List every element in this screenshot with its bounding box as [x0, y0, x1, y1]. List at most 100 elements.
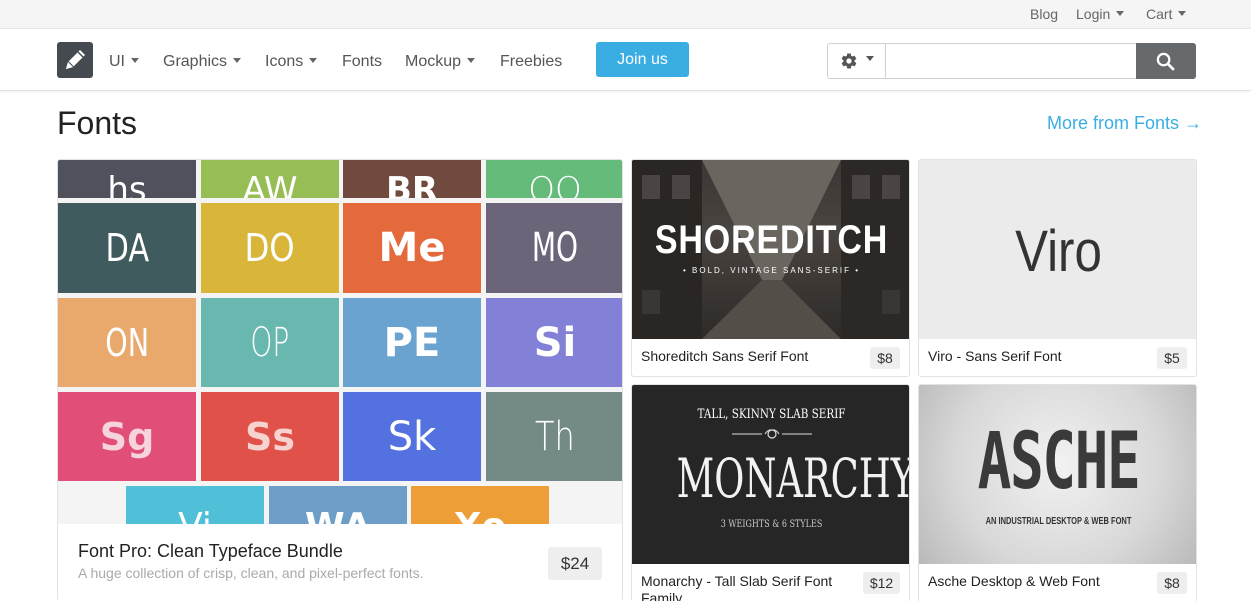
chevron-down-icon: [233, 58, 242, 63]
search-icon: [1156, 52, 1175, 71]
tile-label: PE: [383, 319, 441, 366]
search-button[interactable]: [1136, 43, 1196, 79]
font-tile: Me: [343, 203, 481, 293]
font-tile: OO: [486, 160, 622, 198]
product-card-monarchy[interactable]: TALL, SKINNY SLAB SERIF MONARCHY 3 WEIGH…: [631, 384, 910, 601]
product-thumbnail: Viro: [919, 160, 1196, 339]
product-title: Shoreditch Sans Serif Font: [641, 348, 809, 364]
tile-label: Vi: [178, 506, 212, 524]
tile-label: Sk: [387, 413, 437, 460]
tile-label: DO: [244, 226, 296, 270]
nav-graphics[interactable]: Graphics: [163, 53, 242, 71]
font-tile: DO: [201, 203, 339, 293]
art-title: MONARCHY: [676, 447, 910, 510]
nav-icons[interactable]: Icons: [265, 53, 318, 71]
font-tile: PE: [343, 298, 481, 387]
more-from-fonts-link[interactable]: More from Fonts →: [1047, 113, 1202, 134]
featured-title: Font Pro: Clean Typeface Bundle: [78, 541, 343, 561]
product-thumbnail: ASCHE AN INDUSTRIAL DESKTOP & WEB FONT: [919, 385, 1196, 564]
tile-label: Th: [535, 413, 575, 460]
chevron-down-icon: [1116, 11, 1125, 16]
product-card-asche[interactable]: ASCHE AN INDUSTRIAL DESKTOP & WEB FONT A…: [918, 384, 1197, 601]
art-title: Viro: [1015, 219, 1102, 284]
nav-fonts-label: Fonts: [342, 53, 383, 70]
font-tile: Si: [486, 298, 622, 387]
tile-label: Me: [378, 225, 446, 271]
product-thumbnail: TALL, SKINNY SLAB SERIF MONARCHY 3 WEIGH…: [632, 385, 910, 564]
tile-label: hs: [107, 170, 147, 198]
login-label: Login: [1076, 6, 1111, 22]
font-tile: BR: [343, 160, 481, 198]
art-subtitle: AN INDUSTRIAL DESKTOP & WEB FONT: [985, 516, 1132, 527]
featured-subtitle: A huge collection of crisp, clean, and p…: [78, 565, 424, 581]
product-title: Monarchy - Tall Slab Serif Font Family: [641, 573, 833, 601]
font-tile: Sk: [343, 392, 481, 481]
featured-product-card[interactable]: hs AW BR OO DA DO Me MO ON OP PE Si Sg S…: [57, 159, 623, 601]
section-title: Fonts: [57, 105, 138, 141]
tile-label: Sg: [99, 414, 155, 459]
price-badge: $12: [863, 572, 900, 594]
font-tile: Sg: [58, 392, 196, 481]
font-tile: WA: [269, 486, 407, 524]
nav-mockup[interactable]: Mockup: [405, 53, 476, 71]
nav-mockup-label: Mockup: [405, 53, 462, 70]
nav-freebies-label: Freebies: [500, 53, 563, 70]
tile-label: Xo: [454, 506, 507, 524]
font-tile: hs: [58, 160, 196, 198]
search-group: [827, 43, 1196, 79]
chevron-down-icon: [467, 58, 476, 63]
featured-thumbnail: hs AW BR OO DA DO Me MO ON OP PE Si Sg S…: [58, 160, 622, 524]
font-tile: OP: [201, 298, 339, 387]
font-tile: Xo: [411, 486, 549, 524]
tile-label: OP: [250, 319, 290, 366]
site-logo[interactable]: [57, 42, 93, 78]
price-badge: $5: [1157, 347, 1187, 369]
tile-label: Ss: [245, 414, 295, 459]
font-tile: AW: [201, 160, 339, 198]
chevron-down-icon: [309, 58, 318, 63]
font-tile: Vi: [126, 486, 264, 524]
blog-link[interactable]: Blog: [1030, 6, 1058, 22]
ornament-icon: [732, 429, 812, 439]
product-title: Viro - Sans Serif Font: [928, 348, 1062, 364]
cart-dropdown[interactable]: Cart: [1146, 6, 1187, 22]
font-tile: DA: [58, 203, 196, 293]
art-title: SHOREDITCH: [654, 218, 889, 262]
art-subtitle: • BOLD, VINTAGE SANS-SERIF •: [682, 266, 861, 275]
art-title: ASCHE: [977, 417, 1141, 507]
art-subtitle: 3 WEIGHTS & 6 STYLES: [720, 519, 823, 530]
top-utility-bar: Blog Login Cart: [0, 0, 1251, 29]
cart-label: Cart: [1146, 6, 1173, 22]
search-settings-dropdown[interactable]: [828, 44, 886, 78]
nav-graphics-label: Graphics: [163, 53, 228, 70]
nav-fonts[interactable]: Fonts: [342, 53, 382, 71]
main-navbar: UI Graphics Icons Fonts Mockup Freebies …: [0, 29, 1251, 91]
product-title: Asche Desktop & Web Font: [928, 573, 1100, 589]
product-card-shoreditch[interactable]: SHOREDITCH • BOLD, VINTAGE SANS-SERIF • …: [631, 159, 910, 377]
font-tile: Th: [486, 392, 622, 481]
chevron-down-icon: [131, 58, 139, 63]
font-tile: Ss: [201, 392, 339, 481]
nav-ui[interactable]: UI: [109, 53, 139, 71]
tile-label: WA: [305, 506, 371, 524]
nav-ui-label: UI: [109, 53, 125, 70]
font-tile: MO: [486, 203, 622, 293]
price-badge: $8: [870, 347, 900, 369]
product-card-viro[interactable]: Viro Viro - Sans Serif Font $5: [918, 159, 1197, 377]
tile-label: BR: [385, 170, 439, 198]
tile-label: OO: [528, 170, 582, 198]
price-badge: $24: [548, 547, 602, 580]
art-top-text: TALL, SKINNY SLAB SERIF: [697, 407, 846, 422]
nav-freebies[interactable]: Freebies: [500, 53, 562, 71]
chevron-down-icon: [1178, 11, 1187, 16]
price-badge: $8: [1157, 572, 1187, 594]
tile-label: AW: [242, 170, 298, 198]
tile-label: MO: [531, 225, 579, 271]
gear-icon: [841, 53, 857, 69]
tile-label: ON: [105, 320, 149, 365]
login-dropdown[interactable]: Login: [1076, 6, 1125, 22]
pencil-icon: [66, 50, 85, 69]
search-input[interactable]: [886, 44, 1136, 78]
join-button[interactable]: Join us: [596, 42, 689, 77]
product-thumbnail: SHOREDITCH • BOLD, VINTAGE SANS-SERIF •: [632, 160, 909, 339]
